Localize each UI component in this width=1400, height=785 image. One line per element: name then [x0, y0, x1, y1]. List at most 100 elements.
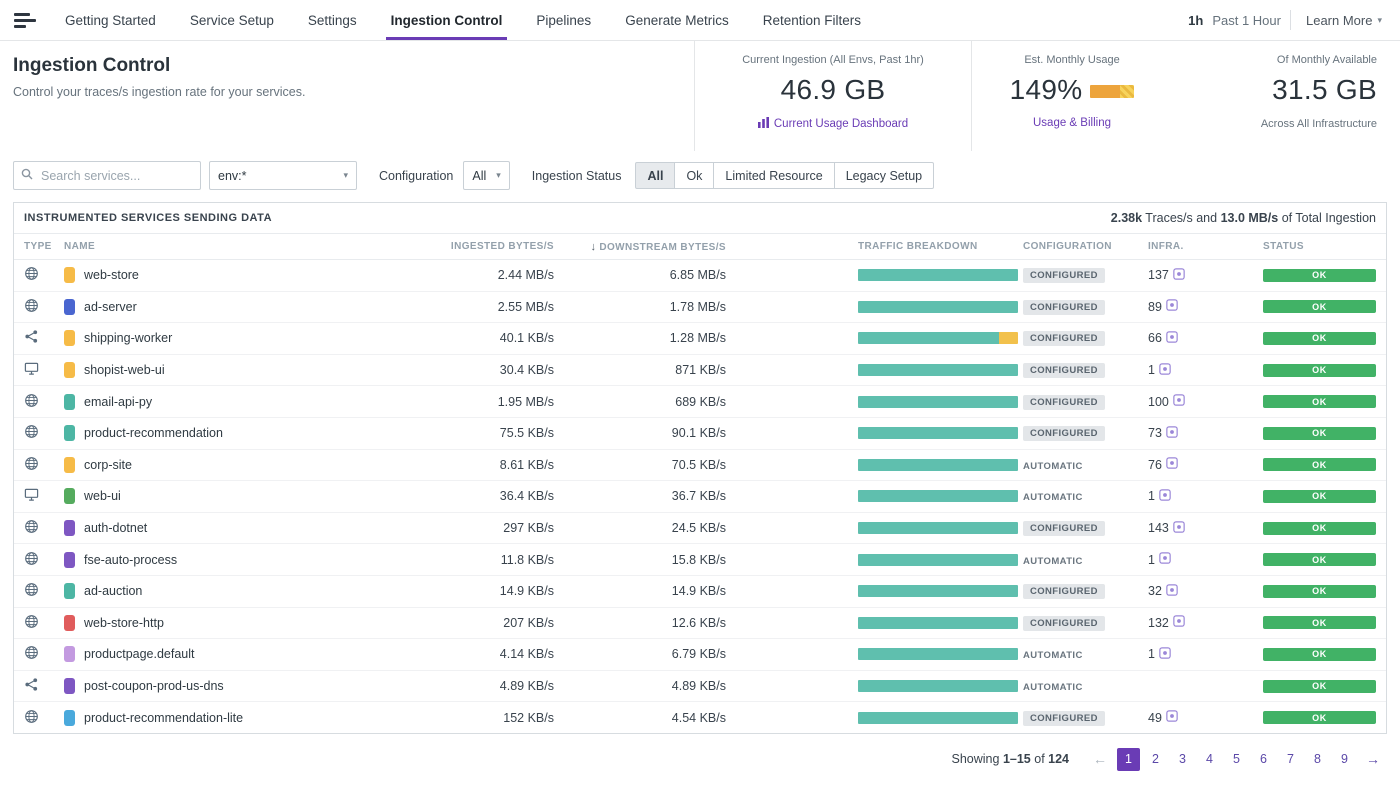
nav-item-service-setup[interactable]: Service Setup	[173, 0, 291, 40]
page-button-7[interactable]: 7	[1279, 748, 1302, 771]
status-filter-limited-resource[interactable]: Limited Resource	[713, 162, 834, 189]
service-name-link[interactable]: email-api-py	[84, 395, 152, 409]
ingested-bytes-value: 30.4 KB/s	[449, 363, 554, 377]
service-name-link[interactable]: auth-dotnet	[84, 521, 147, 535]
service-name-cell: productpage.default	[64, 646, 449, 662]
search-box[interactable]	[13, 161, 201, 190]
ingested-bytes-value: 8.61 KB/s	[449, 458, 554, 472]
service-color-chip	[64, 615, 75, 631]
service-name-link[interactable]: corp-site	[84, 458, 132, 472]
table-row[interactable]: email-api-py1.95 MB/s689 KB/sCONFIGURED1…	[14, 386, 1386, 418]
page-button-2[interactable]: 2	[1144, 748, 1167, 771]
table-row[interactable]: ad-auction14.9 KB/s14.9 KB/sCONFIGURED32…	[14, 576, 1386, 608]
nav-item-settings[interactable]: Settings	[291, 0, 374, 40]
page-button-6[interactable]: 6	[1252, 748, 1275, 771]
configuration-value: CONFIGURED	[1023, 615, 1148, 631]
traffic-breakdown-bar	[858, 585, 1023, 597]
infra-count: 1	[1148, 552, 1263, 567]
status-value: OK	[1263, 648, 1376, 661]
configuration-select[interactable]: All ▾	[463, 161, 509, 190]
previous-page-arrow[interactable]: ←	[1087, 748, 1113, 771]
downstream-bytes-value: 36.7 KB/s	[554, 489, 726, 503]
configuration-value: CONFIGURED	[1023, 362, 1148, 378]
status-ok-badge: OK	[1263, 553, 1376, 566]
table-row[interactable]: productpage.default4.14 KB/s6.79 KB/sAUT…	[14, 639, 1386, 671]
page-button-5[interactable]: 5	[1225, 748, 1248, 771]
column-header-ingested-bytes-s[interactable]: INGESTED BYTES/S	[449, 241, 554, 252]
usage-billing-link[interactable]: Usage & Billing	[1033, 117, 1111, 129]
column-header-status[interactable]: STATUS	[1263, 241, 1376, 252]
env-filter-select[interactable]: env:* ▾	[209, 161, 357, 190]
page-button-8[interactable]: 8	[1306, 748, 1329, 771]
host-icon	[1166, 584, 1178, 599]
next-page-arrow[interactable]: →	[1360, 748, 1386, 771]
page-button-1[interactable]: 1	[1117, 748, 1140, 771]
service-name-link[interactable]: shopist-web-ui	[84, 363, 165, 377]
current-usage-dashboard-link[interactable]: Current Usage Dashboard	[758, 117, 908, 131]
configured-badge: CONFIGURED	[1023, 268, 1105, 283]
status-filter-legacy-setup[interactable]: Legacy Setup	[834, 162, 934, 189]
service-name-link[interactable]: fse-auto-process	[84, 553, 177, 567]
usage-warning-bar	[1090, 85, 1134, 98]
service-name-link[interactable]: web-ui	[84, 489, 121, 503]
service-name-link[interactable]: productpage.default	[84, 647, 195, 661]
page-button-9[interactable]: 9	[1333, 748, 1356, 771]
table-row[interactable]: corp-site8.61 KB/s70.5 KB/sAUTOMATIC76OK	[14, 450, 1386, 482]
status-ok-badge: OK	[1263, 364, 1376, 377]
column-header-configuration[interactable]: CONFIGURATION	[1023, 241, 1148, 252]
host-icon	[1166, 331, 1178, 346]
service-name-link[interactable]: ad-auction	[84, 584, 142, 598]
nav-item-getting-started[interactable]: Getting Started	[48, 0, 173, 40]
table-row[interactable]: web-store2.44 MB/s6.85 MB/sCONFIGURED137…	[14, 260, 1386, 292]
time-range-value[interactable]: 1h	[1188, 13, 1203, 28]
table-row[interactable]: product-recommendation-lite152 KB/s4.54 …	[14, 702, 1386, 733]
infra-count: 66	[1148, 331, 1263, 346]
table-row[interactable]: auth-dotnet297 KB/s24.5 KB/sCONFIGURED14…	[14, 513, 1386, 545]
service-name-link[interactable]: web-store	[84, 268, 139, 282]
infra-count: 1	[1148, 489, 1263, 504]
table-row[interactable]: shopist-web-ui30.4 KB/s871 KB/sCONFIGURE…	[14, 355, 1386, 387]
globe-icon	[24, 298, 64, 316]
service-name-link[interactable]: ad-server	[84, 300, 137, 314]
service-name-link[interactable]: product-recommendation	[84, 426, 223, 440]
nav-item-retention-filters[interactable]: Retention Filters	[746, 0, 878, 40]
search-input[interactable]	[39, 168, 193, 184]
service-name-link[interactable]: product-recommendation-lite	[84, 711, 243, 725]
nav-item-pipelines[interactable]: Pipelines	[519, 0, 608, 40]
table-row[interactable]: web-store-http207 KB/s12.6 KB/sCONFIGURE…	[14, 608, 1386, 640]
globe-icon	[24, 582, 64, 600]
table-row[interactable]: post-coupon-prod-us-dns4.89 KB/s4.89 KB/…	[14, 671, 1386, 703]
traffic-breakdown-bar	[858, 554, 1023, 566]
service-name-link[interactable]: shipping-worker	[84, 331, 172, 345]
page-button-3[interactable]: 3	[1171, 748, 1194, 771]
column-header-traffic-breakdown[interactable]: TRAFFIC BREAKDOWN	[858, 241, 1023, 252]
table-row[interactable]: ad-server2.55 MB/s1.78 MB/sCONFIGURED89O…	[14, 292, 1386, 324]
service-name-cell: product-recommendation-lite	[64, 710, 449, 726]
status-filter-all[interactable]: All	[635, 162, 675, 189]
table-row[interactable]: product-recommendation75.5 KB/s90.1 KB/s…	[14, 418, 1386, 450]
table-row[interactable]: shipping-worker40.1 KB/s1.28 MB/sCONFIGU…	[14, 323, 1386, 355]
app-logo-icon[interactable]	[12, 0, 48, 40]
column-header-infra[interactable]: INFRA.	[1148, 241, 1263, 252]
infra-count: 143	[1148, 521, 1263, 536]
nav-item-generate-metrics[interactable]: Generate Metrics	[608, 0, 746, 40]
status-ok-badge: OK	[1263, 585, 1376, 598]
learn-more-label: Learn More	[1306, 13, 1372, 28]
status-ok-badge: OK	[1263, 269, 1376, 282]
table-row[interactable]: web-ui36.4 KB/s36.7 KB/sAUTOMATIC1OK	[14, 481, 1386, 513]
learn-more-button[interactable]: Learn More ▾	[1300, 12, 1388, 29]
column-header-name[interactable]: NAME	[64, 241, 449, 252]
table-row[interactable]: fse-auto-process11.8 KB/s15.8 KB/sAUTOMA…	[14, 544, 1386, 576]
ingested-bytes-value: 297 KB/s	[449, 521, 554, 535]
nav-item-ingestion-control[interactable]: Ingestion Control	[374, 0, 520, 40]
traffic-breakdown-bar	[858, 680, 1023, 692]
host-icon	[1173, 521, 1185, 536]
service-name-link[interactable]: web-store-http	[84, 616, 164, 630]
page-button-4[interactable]: 4	[1198, 748, 1221, 771]
ingested-bytes-value: 152 KB/s	[449, 711, 554, 725]
monitor-icon	[24, 361, 64, 379]
status-filter-ok[interactable]: Ok	[674, 162, 714, 189]
service-name-link[interactable]: post-coupon-prod-us-dns	[84, 679, 224, 693]
column-header-downstream-bytes-s[interactable]: ↓DOWNSTREAM BYTES/S	[554, 241, 726, 253]
column-header-type[interactable]: TYPE	[24, 241, 64, 252]
